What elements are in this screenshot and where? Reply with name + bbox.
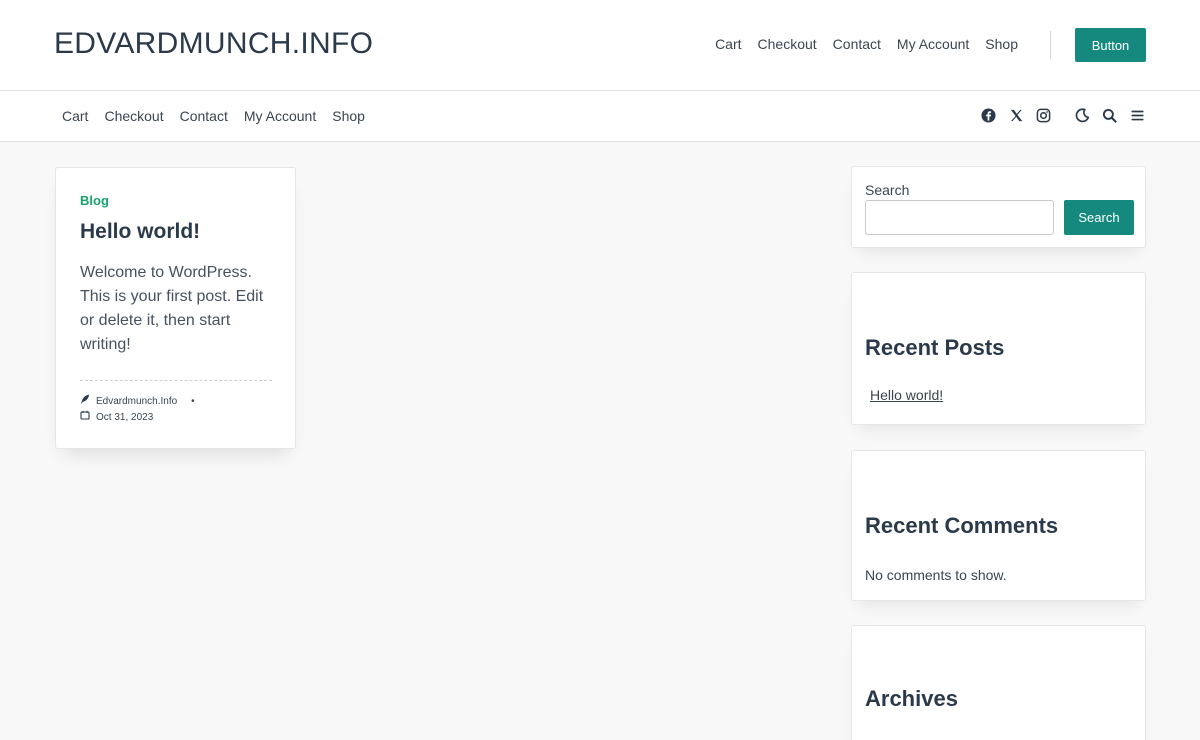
- meta-separator-dot: •: [191, 396, 195, 407]
- secondary-nav: Cart Checkout Contact My Account Shop: [62, 108, 365, 124]
- facebook-icon[interactable]: [980, 107, 996, 123]
- sub-nav-shop[interactable]: Shop: [332, 108, 365, 124]
- sub-nav-cart[interactable]: Cart: [62, 108, 88, 124]
- post-divider: [80, 380, 272, 381]
- search-label: Search: [865, 182, 910, 198]
- header-cta-button[interactable]: Button: [1075, 28, 1146, 62]
- archives-widget: Archives: [851, 625, 1146, 740]
- navbar-icons: [980, 107, 1145, 123]
- search-widget: Search Search: [851, 166, 1146, 248]
- feather-pen-icon: [80, 394, 90, 410]
- site-header: EDVARDMUNCH.INFO Cart Checkout Contact M…: [0, 0, 1200, 91]
- post-author[interactable]: Edvardmunch.Info: [96, 394, 177, 410]
- search-input[interactable]: [865, 200, 1054, 235]
- no-comments-text: No comments to show.: [865, 567, 1007, 583]
- primary-nav: Cart Checkout Contact My Account Shop: [715, 36, 1018, 52]
- post-meta: Edvardmunch.Info • Oct 31, 2023: [80, 394, 195, 426]
- sub-nav-contact[interactable]: Contact: [180, 108, 228, 124]
- post-date: Oct 31, 2023: [96, 412, 154, 423]
- archives-heading: Archives: [865, 686, 958, 711]
- top-nav-checkout[interactable]: Checkout: [758, 36, 817, 52]
- recent-comments-heading: Recent Comments: [865, 513, 1059, 538]
- recent-posts-heading: Recent Posts: [865, 335, 1005, 360]
- sub-nav-my-account[interactable]: My Account: [244, 108, 316, 124]
- secondary-navbar: Cart Checkout Contact My Account Shop: [0, 91, 1200, 142]
- recent-post-link[interactable]: Hello world!: [870, 387, 943, 403]
- recent-comments-widget: Recent Comments No comments to show.: [851, 450, 1146, 601]
- calendar-icon: [80, 410, 90, 426]
- dark-mode-moon-icon[interactable]: [1074, 107, 1090, 123]
- header-divider: [1050, 31, 1051, 59]
- sub-nav-checkout[interactable]: Checkout: [104, 108, 163, 124]
- top-nav-shop[interactable]: Shop: [985, 36, 1018, 52]
- recent-posts-widget: Recent Posts Hello world!: [851, 272, 1146, 425]
- search-icon[interactable]: [1101, 107, 1117, 123]
- site-title[interactable]: EDVARDMUNCH.INFO: [54, 27, 373, 61]
- top-nav-cart[interactable]: Cart: [715, 36, 741, 52]
- search-button[interactable]: Search: [1064, 200, 1134, 235]
- post-title[interactable]: Hello world!: [80, 220, 200, 244]
- top-nav-contact[interactable]: Contact: [833, 36, 881, 52]
- post-card: Blog Hello world! Welcome to WordPress. …: [55, 167, 296, 449]
- menu-hamburger-icon[interactable]: [1129, 107, 1145, 123]
- post-excerpt: Welcome to WordPress. This is your first…: [80, 264, 264, 353]
- top-nav-my-account[interactable]: My Account: [897, 36, 969, 52]
- x-twitter-icon[interactable]: [1008, 107, 1024, 123]
- instagram-icon[interactable]: [1035, 107, 1051, 123]
- post-category[interactable]: Blog: [80, 193, 109, 208]
